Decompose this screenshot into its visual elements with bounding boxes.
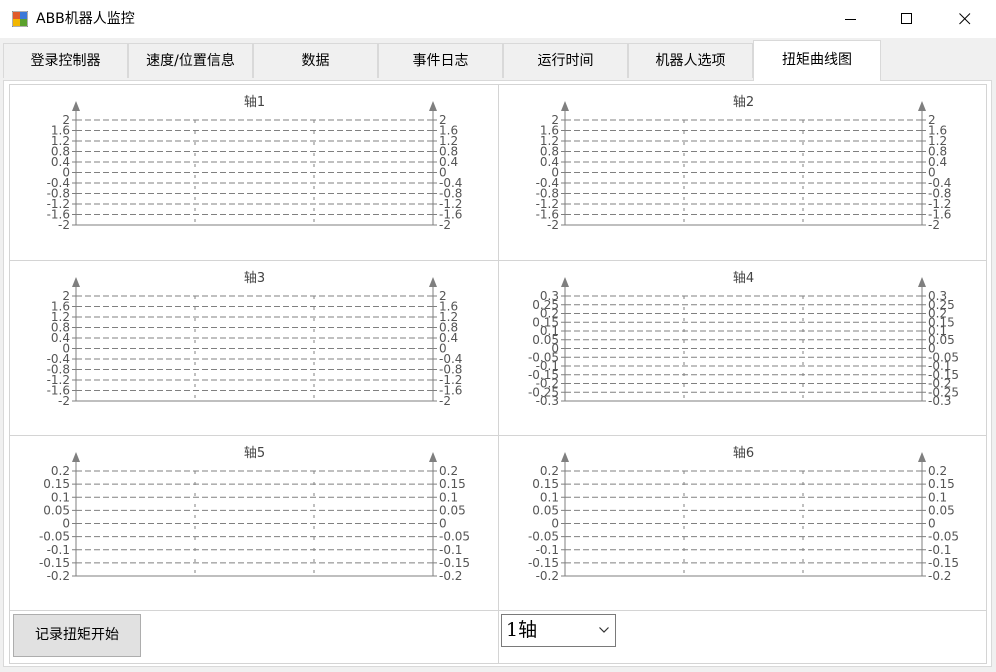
left-tick-label: 0.15 [532, 477, 559, 491]
torque-chart: 轴12 21.6 1.61.2 1.20.8 0.80.4 0.40 0-0.4 -0.4-0… [47, 95, 463, 232]
right-tick-label: 0.15 [928, 477, 955, 491]
axis-select[interactable]: 1轴 [501, 614, 616, 647]
axis-arrow-icon [561, 101, 569, 111]
left-tick-label: 0.05 [43, 503, 70, 517]
minimize-icon [845, 19, 856, 20]
right-tick-label: -2 [439, 218, 451, 232]
right-tick-label: -2 [439, 394, 451, 408]
axis-arrow-icon [918, 277, 926, 287]
axis-select-value: 1轴 [506, 619, 538, 641]
tab-run-time[interactable]: 运行时间 [503, 43, 628, 78]
left-tick-label: 0.1 [540, 490, 559, 504]
axis5-panel: 轴5 0.2 0.2 0.15 0.15 0.1 0.1 0.05 0.05 0 0 -0.05 -0.… [9, 435, 499, 611]
axis-arrow-icon [72, 101, 80, 111]
left-tick-label: -0.1 [536, 543, 559, 557]
right-tick-label: -0.05 [928, 530, 959, 544]
left-tick-label: -0.2 [47, 569, 70, 583]
chart-title: 轴5 [244, 446, 265, 461]
right-tick-label: 0.05 [928, 503, 955, 517]
right-tick-label: -0.1 [439, 543, 462, 557]
chart-title: 轴1 [244, 95, 265, 110]
left-tick-label: -0.05 [528, 530, 559, 544]
right-tick-label: 0.2 [439, 464, 458, 478]
left-tick-label: 0.15 [43, 477, 70, 491]
window-title: ABB机器人监控 [36, 11, 135, 27]
title-bar: ABB机器人监控 [0, 0, 996, 38]
torque-chart: 轴32 21.6 1.61.2 1.20.8 0.80.4 0.40 0-0.4 -0.4-0… [47, 271, 463, 408]
right-tick-label: 0.2 [928, 464, 947, 478]
right-tick-label: -0.2 [928, 569, 951, 583]
chart-title: 轴6 [733, 446, 754, 461]
axis-arrow-icon [561, 277, 569, 287]
right-tick-label: 0.1 [928, 490, 947, 504]
axis6-panel: 轴6 0.2 0.2 0.15 0.15 0.1 0.1 0.05 0.05 0 0 -0.05 -0.… [498, 435, 987, 611]
axis-arrow-icon [918, 101, 926, 111]
axis-arrow-icon [429, 277, 437, 287]
left-tick-label: -0.3 [536, 394, 559, 408]
axis-arrow-icon [429, 101, 437, 111]
left-tick-label: -0.1 [47, 543, 70, 557]
right-tick-label: 0.15 [439, 477, 466, 491]
app-icon [12, 11, 28, 27]
axis-arrow-icon [72, 277, 80, 287]
chart-title: 轴4 [733, 271, 754, 286]
right-tick-label: -0.15 [928, 556, 959, 570]
torque-chart: 轴22 21.6 1.61.2 1.20.8 0.80.4 0.40 0-0.4 -0.4-0… [536, 95, 952, 232]
right-tick-label: 0.05 [439, 503, 466, 517]
right-tick-label: -2 [928, 218, 940, 232]
close-button[interactable] [936, 0, 994, 38]
left-tick-label: 0.1 [51, 490, 70, 504]
tab-robot-options[interactable]: 机器人选项 [628, 43, 753, 78]
left-tick-label: -0.2 [536, 569, 559, 583]
maximize-icon [901, 13, 912, 24]
chart-title: 轴3 [244, 271, 265, 286]
left-tick-label: -0.05 [39, 530, 70, 544]
tab-data[interactable]: 数据 [253, 43, 378, 78]
left-tick-label: 0.05 [532, 503, 559, 517]
axis-arrow-icon [429, 452, 437, 462]
left-tick-label: -0.15 [528, 556, 559, 570]
axis-arrow-icon [72, 452, 80, 462]
torque-chart: 轴50.2 0.20.15 0.150.1 0.10.05 0.050 0-0.05 -0.… [39, 446, 470, 583]
left-tick-label: -2 [58, 218, 70, 232]
left-tick-label: 0.2 [51, 464, 70, 478]
left-tick-label: -0.15 [39, 556, 70, 570]
left-tick-label: 0.2 [540, 464, 559, 478]
maximize-button[interactable] [878, 0, 936, 38]
chart-title: 轴2 [733, 95, 754, 110]
torque-chart: 轴40.3 0.30.25 0.250.2 0.20.15 0.150.1 0.10.05… [528, 271, 959, 408]
axis-arrow-icon [918, 452, 926, 462]
axis2-panel: 轴2 2 2 1.6 1.6 1.2 1.2 0.8 0.8 0.4 0.4 0 0 -0.4 -0.4 -0… [498, 84, 987, 261]
right-tick-label: 0 [928, 517, 936, 531]
record-torque-start-button[interactable]: 记录扭矩开始 [13, 614, 141, 657]
axis4-panel: 轴4 0.3 0.3 0.25 0.25 0.2 0.2 0.15 0.15 0.1 0.1 0.05… [498, 260, 987, 436]
right-tick-label: -0.2 [439, 569, 462, 583]
axis-arrow-icon [561, 452, 569, 462]
torque-chart: 轴60.2 0.20.15 0.150.1 0.10.05 0.050 0-0.05 -0.… [528, 446, 959, 583]
right-tick-label: -0.3 [928, 394, 951, 408]
left-tick-label: -2 [58, 394, 70, 408]
left-tick-label: 0 [551, 517, 559, 531]
right-tick-label: -0.15 [439, 556, 470, 570]
chevron-down-icon [599, 627, 609, 633]
tab-speed-position[interactable]: 速度/位置信息 [128, 43, 253, 78]
right-tick-label: -0.05 [439, 530, 470, 544]
close-icon [959, 13, 971, 25]
tab-torque-curves[interactable]: 扭矩曲线图 [753, 40, 881, 81]
right-tick-label: 0 [439, 517, 447, 531]
axis3-panel: 轴3 2 2 1.6 1.6 1.2 1.2 0.8 0.8 0.4 0.4 0 0 -0.4 -0.4 -0… [9, 260, 499, 436]
left-tick-label: -2 [547, 218, 559, 232]
tab-login-controller[interactable]: 登录控制器 [3, 43, 128, 78]
right-tick-label: 0.1 [439, 490, 458, 504]
right-tick-label: -0.1 [928, 543, 951, 557]
axis1-panel: 轴1 2 2 1.6 1.6 1.2 1.2 0.8 0.8 0.4 0.4 0 0 -0.4 -0.4 -0… [9, 84, 499, 261]
minimize-button[interactable] [822, 0, 880, 38]
left-tick-label: 0 [62, 517, 70, 531]
tab-event-log[interactable]: 事件日志 [378, 43, 503, 78]
